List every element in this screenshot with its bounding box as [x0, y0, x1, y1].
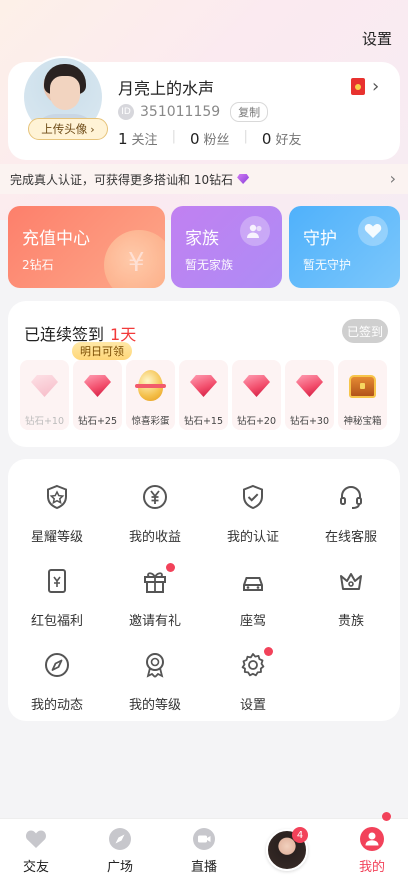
coin-icon	[104, 230, 165, 288]
notification-dot	[382, 812, 391, 821]
upload-avatar-button[interactable]: 上传头像 ›	[28, 118, 108, 140]
heart-icon	[26, 830, 46, 848]
video-icon	[193, 828, 215, 850]
gift-icon	[144, 572, 166, 593]
signed-button[interactable]: 已签到	[342, 319, 388, 343]
checkin-day[interactable]: 钻石+20	[232, 360, 281, 430]
shield-check-icon	[243, 484, 263, 510]
stat-following[interactable]: 1 关注	[118, 129, 158, 148]
diamond-icon	[84, 375, 111, 397]
guard-status: 暂无守护	[303, 258, 352, 272]
menu-item-my-posts[interactable]: 我的动态	[8, 627, 106, 713]
menu-item-nobility[interactable]: 贵族	[302, 543, 400, 629]
checkin-day[interactable]: 惊喜彩蛋	[126, 360, 175, 430]
upload-avatar-label: 上传头像	[41, 122, 88, 136]
compass-icon	[109, 828, 131, 850]
headset-icon	[340, 486, 362, 509]
diamond-icon	[31, 375, 58, 397]
guard-title: 守护	[303, 229, 337, 249]
unread-badge: 4	[292, 827, 308, 843]
diamond-icon	[296, 375, 323, 397]
bottom-tab-bar: 交友 广场 直播 4 我的	[0, 818, 408, 878]
family-status: 暂无家族	[185, 258, 234, 272]
menu-item-vehicle[interactable]: 座驾	[204, 543, 302, 629]
gear-icon	[241, 653, 265, 677]
car-icon	[243, 577, 263, 591]
recharge-center-card[interactable]: 充值中心 2钻石	[8, 206, 165, 288]
recharge-title: 充值中心	[22, 229, 90, 249]
notification-dot	[264, 647, 273, 656]
shield-star-icon	[47, 484, 67, 510]
menu-item-verification[interactable]: 我的认证	[204, 459, 302, 545]
checkin-day[interactable]: 钻石+30	[285, 360, 334, 430]
red-envelope-icon[interactable]	[351, 78, 365, 95]
verify-banner[interactable]: 完成真人认证，可获得更多搭讪和 10钻石 ›	[0, 164, 408, 194]
diamond-icon	[190, 375, 217, 397]
menu-item-customer-service[interactable]: 在线客服	[302, 459, 400, 545]
checkin-day[interactable]: 神秘宝箱	[338, 360, 387, 430]
user-id: 351011159	[140, 104, 221, 120]
person-icon	[360, 827, 384, 851]
copy-id-button[interactable]: 复制	[230, 102, 269, 122]
nickname: 月亮上的水声	[118, 79, 215, 98]
feature-menu: 星耀等级 我的收益 我的认证 在线客服 红包福利 邀请有礼 座驾 贵族 我的动态…	[8, 459, 400, 721]
recharge-balance: 2钻石	[22, 258, 54, 272]
menu-item-my-level[interactable]: 我的等级	[106, 627, 204, 713]
verify-banner-text: 完成真人认证，可获得更多搭讪和 10钻石	[10, 172, 234, 187]
family-title: 家族	[185, 229, 219, 249]
chevron-right-icon: ›	[90, 122, 95, 136]
checkin-day[interactable]: 钻石+25	[73, 360, 122, 430]
diamond-icon	[237, 174, 250, 184]
tab-live[interactable]: 直播	[170, 819, 238, 878]
heart-icon	[358, 216, 388, 246]
tab-square[interactable]: 广场	[86, 819, 154, 878]
stat-friends[interactable]: 0 好友	[262, 129, 302, 148]
medal-icon	[146, 653, 164, 678]
user-id-row: ID 351011159 复制	[118, 102, 269, 122]
tab-friends[interactable]: 交友	[2, 819, 70, 878]
checkin-day[interactable]: 钻石+15	[179, 360, 228, 430]
profile-card[interactable]: 上传头像 › 月亮上的水声 › ID 351011159 复制 1 关注 | 0粉…	[8, 56, 400, 160]
menu-item-star-level[interactable]: 星耀等级	[8, 459, 106, 545]
menu-item-red-envelope[interactable]: 红包福利	[8, 543, 106, 629]
chevron-right-icon: ›	[389, 169, 396, 188]
menu-item-earnings[interactable]: 我的收益	[106, 459, 204, 545]
yuan-coin-icon	[143, 485, 167, 509]
group-icon	[240, 216, 270, 246]
diamond-icon	[243, 375, 270, 397]
chevron-right-icon[interactable]: ›	[372, 76, 379, 97]
social-stats: 1 关注 | 0 粉丝 | 0 好友	[118, 129, 302, 148]
notification-dot	[166, 563, 175, 572]
guard-card[interactable]: 守护 暂无守护	[289, 206, 400, 288]
id-badge-icon: ID	[118, 104, 134, 120]
family-card[interactable]: 家族 暂无家族	[171, 206, 282, 288]
treasure-chest-icon	[349, 375, 376, 398]
crown-icon	[340, 573, 362, 590]
stat-fans[interactable]: 0 粉丝	[190, 129, 230, 148]
compass-icon	[45, 653, 69, 677]
checkin-day[interactable]: 钻石+10	[20, 360, 69, 430]
egg-icon	[135, 370, 166, 401]
red-envelope-icon	[48, 569, 66, 593]
top-settings-link[interactable]: 设置	[362, 28, 392, 49]
checkin-panel: 已连续签到 1天 已签到 明日可领 钻石+10 钻石+25 惊喜彩蛋 钻石+15 …	[8, 301, 400, 447]
menu-item-settings[interactable]: 设置	[204, 627, 302, 713]
menu-item-invite[interactable]: 邀请有礼	[106, 543, 204, 629]
tomorrow-badge: 明日可领	[72, 342, 132, 360]
tab-me[interactable]: 我的	[338, 819, 406, 878]
